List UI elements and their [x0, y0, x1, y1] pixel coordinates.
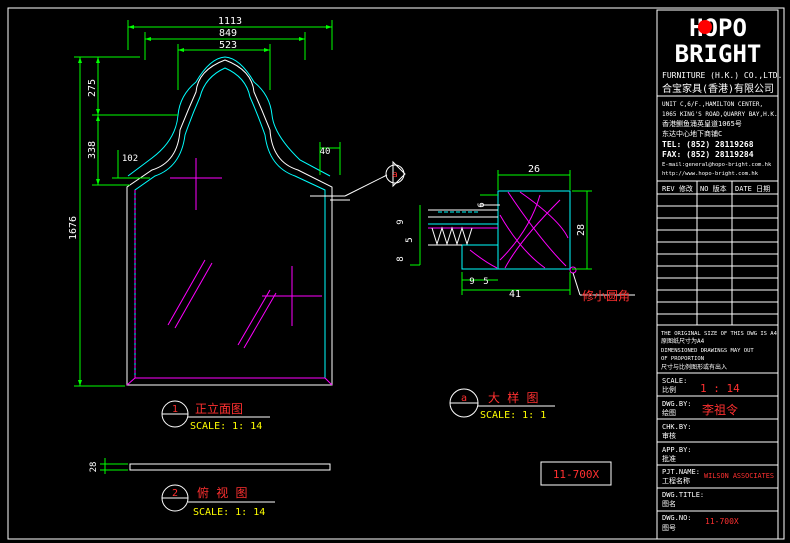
- app-by-label-cn: 批准: [662, 454, 676, 463]
- dim-detail-right: 28: [576, 224, 587, 236]
- dwg-by-value: 李祖令: [702, 402, 738, 417]
- company-name-cn: 合宝家具(香港)有限公司: [662, 82, 774, 95]
- dim-detail-bottom: 41: [509, 289, 521, 300]
- chk-by-label-cn: 审核: [662, 431, 676, 440]
- address-line-4: 东达中心地下商铺C: [662, 129, 722, 138]
- note-line-1: THE ORIGINAL SIZE OF THIS DWG IS A4: [661, 331, 778, 337]
- dim-width-mid: 849: [219, 28, 237, 39]
- detail-view-title: 大 样 图: [488, 390, 538, 405]
- rev-header-no: NO 版本: [700, 184, 727, 193]
- scale-label-en: SCALE:: [662, 377, 687, 385]
- note-line-5: 尺寸与比例图形或有出入: [661, 363, 727, 371]
- dwg-no-label-en: DWG.NO:: [662, 514, 692, 522]
- dwg-by-label-cn: 绘图: [662, 408, 676, 417]
- address-line-2: 1065 KING'S ROAD,QUARRY BAY,H.K.: [662, 111, 778, 118]
- company-name-en: FURNITURE (H.K.) CO.,LTD.: [662, 71, 782, 80]
- note-line-3: DIMENSIONED DRAWINGS MAY OUT: [661, 348, 754, 354]
- dim-plan-depth: 28: [89, 462, 99, 473]
- dim-detail-b: 9: [396, 219, 406, 224]
- dim-detail-e: 9: [469, 277, 474, 287]
- dim-width-outer: 1113: [218, 16, 242, 27]
- dim-detail-top: 26: [528, 164, 540, 175]
- pjt-name-value: WILSON ASSOCIATES: [704, 472, 774, 480]
- note-line-4: OF PROPORTION: [661, 356, 704, 362]
- address-line-1: UNIT C,6/F.,HAMILTON CENTER,: [662, 101, 763, 108]
- dim-detail-f: 5: [483, 277, 488, 287]
- pjt-name-label-cn: 工程名称: [662, 476, 690, 485]
- app-by-label-en: APP.BY:: [662, 446, 692, 454]
- pjt-name-label-en: PJT.NAME:: [662, 468, 700, 476]
- website: http://www.hopo-bright.com.hk: [662, 171, 759, 177]
- tel: TEL: (852) 28119268: [662, 140, 754, 149]
- dim-height-mid: 338: [87, 141, 98, 159]
- logo-bright: BRIGHT: [675, 40, 762, 68]
- detail-note-rounded-corner: 修小圆角: [582, 288, 630, 303]
- dwg-by-label-en: DWG.BY:: [662, 400, 692, 408]
- chk-by-label-en: CHK.BY:: [662, 423, 692, 431]
- note-line-2: 原图纸尺寸为A4: [661, 337, 705, 345]
- logo-hopo: HOPO: [689, 14, 747, 42]
- dim-width-inner: 523: [219, 40, 237, 51]
- fax: FAX: (852) 28119284: [662, 150, 754, 159]
- dim-height-small: 102: [122, 154, 138, 164]
- detail-view-scale: SCALE: 1: 1: [480, 410, 546, 421]
- dim-height-total: 1676: [68, 216, 79, 240]
- model-code: 11-700X: [553, 468, 600, 481]
- dim-edge: 40: [320, 147, 331, 157]
- email: E-mail:general@hopo-bright.com.hk: [662, 162, 772, 168]
- front-view-title: 正立面图: [195, 401, 243, 416]
- dim-detail-d: 8: [396, 256, 406, 261]
- plan-view-number: 2: [172, 488, 178, 499]
- rev-header-rev: REV 修改: [662, 184, 693, 193]
- dwg-title-label-cn: 图名: [662, 499, 676, 508]
- dwg-no-label-cn: 图号: [662, 524, 676, 532]
- plan-view-title: 俯 视 图: [197, 485, 247, 500]
- front-view-scale: SCALE: 1: 14: [190, 421, 262, 432]
- logo-red-dot: [698, 20, 712, 34]
- dim-height-top: 275: [87, 79, 98, 97]
- dim-detail-a: 6: [477, 202, 487, 207]
- dim-detail-c: 5: [405, 237, 415, 242]
- front-view-number: 1: [172, 404, 178, 415]
- dwg-title-label-en: DWG.TITLE:: [662, 491, 704, 499]
- scale-value: 1 : 14: [700, 382, 740, 395]
- plan-view-scale: SCALE: 1: 14: [193, 507, 265, 518]
- detail-callout-letter: a: [392, 170, 397, 180]
- dwg-no-value: 11-700X: [705, 517, 739, 526]
- detail-view-number: a: [461, 393, 467, 404]
- cad-drawing-sheet: 1113 849 523 275 338 102 1676 40 a 1 正立面…: [0, 0, 790, 543]
- scale-label-cn: 比例: [662, 385, 676, 394]
- address-line-3: 香港鲗鱼涌英皇道1065号: [662, 119, 742, 128]
- rev-header-date: DATE 日期: [735, 185, 770, 193]
